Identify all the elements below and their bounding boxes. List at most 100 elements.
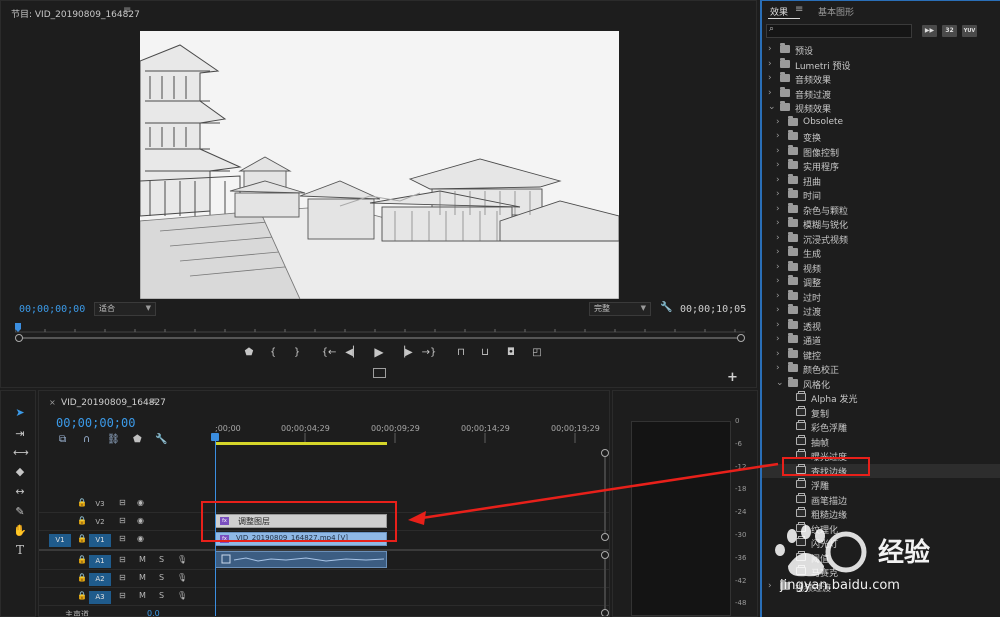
effects-tree-item[interactable]: › 颜色校正 — [762, 362, 1000, 376]
track-select-tool-icon[interactable]: ⇥ — [13, 427, 27, 440]
lock-icon[interactable]: 🔒 — [77, 591, 87, 600]
microphone-icon[interactable]: 🎙 — [177, 591, 187, 600]
step-forward-icon[interactable]: ▕▶ — [397, 347, 413, 358]
mute-button[interactable]: M — [139, 555, 146, 564]
sync-lock-icon[interactable]: ⊟ — [119, 534, 126, 543]
chevron-right-icon[interactable]: › — [776, 160, 780, 170]
effects-tree-item[interactable]: › 模糊与锐化 — [762, 217, 1000, 231]
export-frame-camera-icon[interactable]: ◘ — [503, 347, 519, 358]
effects-tree-item[interactable]: › 预设 — [762, 43, 1000, 57]
sync-lock-icon[interactable]: ⊟ — [119, 555, 126, 564]
slip-tool-icon[interactable]: ↔ — [13, 485, 27, 498]
effects-tree-item[interactable]: › 生成 — [762, 246, 1000, 260]
playback-resolution-dropdown[interactable]: 完整 ▼ — [589, 302, 651, 316]
chevron-right-icon[interactable]: › — [776, 175, 780, 185]
linked-selection-icon[interactable]: ⛓ — [107, 434, 120, 445]
effects-tree-item[interactable]: Alpha 发光 — [762, 391, 1000, 405]
effects-tree-item[interactable]: 浮雕 — [762, 478, 1000, 492]
go-to-in-icon[interactable]: {← — [321, 347, 337, 358]
sync-lock-icon[interactable]: ⊟ — [119, 573, 126, 582]
timeline-settings-wrench-icon[interactable]: 🔧 — [155, 434, 167, 445]
track-target-v3[interactable]: V3 — [89, 498, 111, 511]
effects-tree-item[interactable]: › 音频过渡 — [762, 87, 1000, 101]
chevron-right-icon[interactable]: › — [768, 73, 772, 83]
yuv-effects-button[interactable]: YUV — [962, 25, 977, 37]
chevron-right-icon[interactable]: › — [776, 305, 780, 315]
solo-button[interactable]: S — [159, 591, 164, 600]
snap-magnet-icon[interactable]: ∩ — [83, 434, 90, 445]
go-to-out-icon[interactable]: →} — [421, 347, 437, 358]
pen-tool-icon[interactable]: ✎ — [13, 505, 27, 518]
tab-effects[interactable]: 效果 — [770, 5, 788, 18]
sequence-timecode[interactable]: 00;00;00;00 — [56, 416, 135, 430]
zoom-fit-dropdown[interactable]: 适合 ▼ — [94, 302, 156, 316]
effects-tree-item[interactable]: ⌄ 视频效果 — [762, 101, 1000, 115]
effects-tree-item[interactable]: › 杂色与颗粒 — [762, 203, 1000, 217]
chevron-right-icon[interactable]: › — [768, 44, 772, 54]
track-target-v1[interactable]: V1 — [89, 534, 111, 547]
effects-tree-item[interactable]: 画笔描边 — [762, 493, 1000, 507]
chevron-right-icon[interactable]: › — [776, 349, 780, 359]
accelerated-effects-icon[interactable]: ▶▶ — [922, 25, 937, 37]
effects-tree-item[interactable]: › 过时 — [762, 290, 1000, 304]
effects-tree-item[interactable]: › 透视 — [762, 319, 1000, 333]
extract-icon[interactable]: ⊔ — [477, 347, 493, 358]
comparison-view-icon[interactable]: ◰ — [529, 347, 545, 358]
chevron-right-icon[interactable]: › — [776, 276, 780, 286]
effects-tree-item[interactable]: 抽帧 — [762, 435, 1000, 449]
sync-lock-icon[interactable]: ⊟ — [119, 516, 126, 525]
effects-tree-item[interactable]: 粗糙边缘 — [762, 507, 1000, 521]
mute-button[interactable]: M — [139, 573, 146, 582]
mark-in-icon[interactable]: { — [265, 347, 281, 358]
chevron-right-icon[interactable]: › — [776, 247, 780, 257]
effects-tree-item[interactable]: › 图像控制 — [762, 145, 1000, 159]
safe-margins-icon[interactable] — [373, 368, 386, 378]
effects-tree-item[interactable]: › 音频效果 — [762, 72, 1000, 86]
ripple-edit-tool-icon[interactable]: ⟷ — [13, 446, 29, 459]
chevron-right-icon[interactable]: › — [776, 233, 780, 243]
lift-icon[interactable]: ⊓ — [453, 347, 469, 358]
type-tool-icon[interactable]: T — [13, 543, 27, 557]
effects-tree-item[interactable]: › 变换 — [762, 130, 1000, 144]
zoom-scrollbar[interactable] — [15, 334, 745, 342]
chevron-right-icon[interactable]: › — [768, 88, 772, 98]
effects-tree-item[interactable]: › 实用程序 — [762, 159, 1000, 173]
32bit-effects-button[interactable]: 32 — [942, 25, 957, 37]
sync-lock-icon[interactable]: ⊟ — [119, 591, 126, 600]
master-volume-value[interactable]: 0.0 — [147, 609, 160, 616]
chevron-right-icon[interactable]: › — [776, 334, 780, 344]
effects-search-input[interactable]: ⌕ — [766, 24, 912, 38]
sync-lock-icon[interactable]: ⊟ — [119, 498, 126, 507]
panel-menu-icon[interactable]: ≡ — [123, 5, 131, 16]
effects-tree-item[interactable]: › 通道 — [762, 333, 1000, 347]
effects-tree-item[interactable]: 彩色浮雕 — [762, 420, 1000, 434]
microphone-icon[interactable]: 🎙 — [177, 573, 187, 582]
lock-icon[interactable]: 🔒 — [77, 573, 87, 582]
chevron-down-icon[interactable]: ⌄ — [768, 102, 776, 112]
chevron-right-icon[interactable]: › — [776, 204, 780, 214]
chevron-right-icon[interactable]: › — [776, 262, 780, 272]
nest-icon[interactable]: ⧉ — [59, 434, 66, 445]
mark-out-icon[interactable]: } — [289, 347, 305, 358]
panel-menu-icon[interactable]: ≡ — [149, 396, 157, 407]
effects-tree-item[interactable]: › 过渡 — [762, 304, 1000, 318]
effects-tree-item[interactable]: ⌄ 风格化 — [762, 377, 1000, 391]
mute-button[interactable]: M — [139, 591, 146, 600]
effects-tree-item[interactable]: › 调整 — [762, 275, 1000, 289]
effects-tree-item[interactable]: › 视频 — [762, 261, 1000, 275]
work-area-bar[interactable] — [215, 442, 387, 445]
lock-icon[interactable]: 🔒 — [77, 534, 87, 543]
chevron-right-icon[interactable]: › — [776, 363, 780, 373]
chevron-right-icon[interactable]: › — [776, 117, 780, 127]
eye-icon[interactable]: ◉ — [137, 516, 144, 525]
lock-icon[interactable]: 🔒 — [77, 498, 87, 507]
effects-tree-item[interactable]: › 键控 — [762, 348, 1000, 362]
add-marker-icon[interactable]: ⬟ — [241, 347, 257, 358]
chevron-right-icon[interactable]: › — [776, 320, 780, 330]
button-editor-plus-icon[interactable]: + — [727, 370, 738, 385]
audio-clip[interactable] — [215, 551, 387, 568]
effects-tree-item[interactable]: › 时间 — [762, 188, 1000, 202]
effects-tree-item[interactable]: › 扭曲 — [762, 174, 1000, 188]
chevron-right-icon[interactable]: › — [776, 189, 780, 199]
add-marker-icon[interactable]: ⬟ — [133, 434, 142, 445]
